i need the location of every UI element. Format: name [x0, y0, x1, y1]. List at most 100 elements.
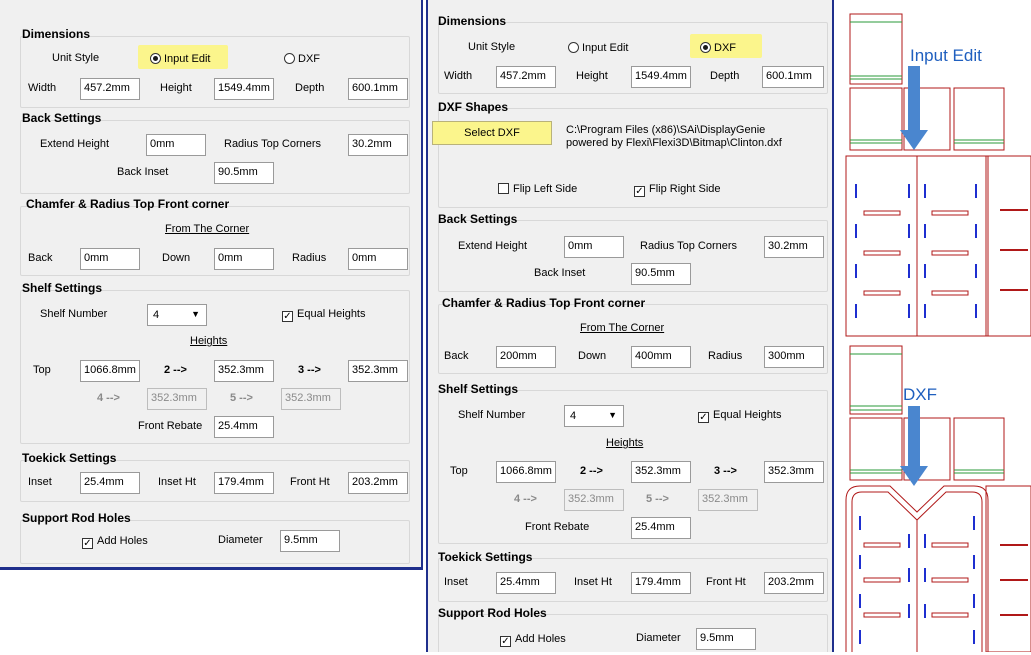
extend-height-input[interactable]: 0mm — [146, 134, 206, 156]
equal-heights-label: Equal Heights — [713, 409, 782, 421]
chamfer-back-input[interactable]: 200mm — [496, 346, 556, 368]
extend-height-input[interactable]: 0mm — [564, 236, 624, 258]
radius-top-corners-input[interactable]: 30.2mm — [764, 236, 824, 258]
checkmark-icon: ✓ — [282, 311, 293, 322]
back-settings-title: Back Settings — [22, 111, 102, 125]
add-holes-checkbox[interactable]: ✓ Add Holes — [500, 633, 566, 647]
extend-height-label: Extend Height — [458, 240, 528, 252]
dxf-label: DXF — [298, 53, 320, 65]
shelf-settings-title: Shelf Settings — [22, 281, 103, 295]
back-settings-title: Back Settings — [438, 212, 518, 226]
diameter-label: Diameter — [218, 534, 263, 546]
shelf-3-label: 3 --> — [298, 364, 321, 376]
diameter-input[interactable]: 9.5mm — [696, 628, 756, 650]
top-height-input[interactable]: 1066.8mm — [496, 461, 556, 483]
heights-label: Heights — [606, 437, 644, 449]
input-edit-radio[interactable]: Input Edit — [150, 53, 210, 65]
dxf-radio[interactable]: DXF — [284, 53, 320, 65]
add-holes-label: Add Holes — [515, 633, 566, 645]
shelf-5-input: 352.3mm — [698, 489, 758, 511]
shelf-number-value: 4 — [153, 309, 160, 321]
height-input[interactable]: 1549.4mm — [631, 66, 691, 88]
diameter-input[interactable]: 9.5mm — [280, 530, 340, 552]
inset-ht-input[interactable]: 179.4mm — [631, 572, 691, 594]
top-height-input[interactable]: 1066.8mm — [80, 360, 140, 382]
select-dxf-button[interactable]: Select DXF — [432, 121, 552, 145]
back-inset-input[interactable]: 90.5mm — [214, 162, 274, 184]
radio-selected-icon — [700, 42, 711, 53]
equal-heights-label: Equal Heights — [297, 308, 366, 320]
from-the-corner-label: From The Corner — [580, 322, 665, 334]
dimensions-title: Dimensions — [22, 27, 91, 41]
chamfer-down-input[interactable]: 0mm — [214, 248, 274, 270]
shelf-4-input: 352.3mm — [147, 388, 207, 410]
depth-input[interactable]: 600.1mm — [348, 78, 408, 100]
top-label: Top — [450, 465, 468, 477]
chamfer-back-input[interactable]: 0mm — [80, 248, 140, 270]
shelf-4-label: 4 --> — [97, 392, 120, 404]
width-input[interactable]: 457.2mm — [80, 78, 140, 100]
radius-top-corners-label: Radius Top Corners — [640, 240, 738, 252]
front-ht-label: Front Ht — [706, 576, 746, 588]
equal-heights-checkbox[interactable]: ✓ Equal Heights — [698, 409, 782, 423]
support-rod-title: Support Rod Holes — [438, 606, 547, 620]
front-rebate-input[interactable]: 25.4mm — [631, 517, 691, 539]
toekick-inset-input[interactable]: 25.4mm — [80, 472, 140, 494]
width-input[interactable]: 457.2mm — [496, 66, 556, 88]
checkmark-icon: ✓ — [634, 186, 645, 197]
add-holes-label: Add Holes — [97, 535, 148, 547]
height-input[interactable]: 1549.4mm — [214, 78, 274, 100]
chamfer-radius-input[interactable]: 0mm — [348, 248, 408, 270]
flip-right-checkbox[interactable]: ✓ Flip Right Side — [634, 183, 721, 197]
back-inset-input[interactable]: 90.5mm — [631, 263, 691, 285]
back-inset-label: Back Inset — [117, 166, 169, 178]
input-edit-label: Input Edit — [164, 53, 211, 65]
shelf-3-input[interactable]: 352.3mm — [348, 360, 408, 382]
height-label: Height — [160, 82, 192, 94]
depth-input[interactable]: 600.1mm — [762, 66, 824, 88]
cabinet-preview-drawing — [845, 13, 1031, 653]
flip-left-label: Flip Left Side — [513, 183, 578, 195]
diameter-label: Diameter — [636, 632, 681, 644]
support-rod-group — [20, 520, 410, 564]
width-label: Width — [28, 82, 57, 94]
shelf-number-dropdown[interactable]: 4 ▼ — [147, 304, 207, 326]
radio-selected-icon — [150, 53, 161, 64]
front-rebate-input[interactable]: 25.4mm — [214, 416, 274, 438]
front-ht-input[interactable]: 203.2mm — [348, 472, 408, 494]
dxf-file-path: C:\Program Files (x86)\SAi\DisplayGenie … — [566, 124, 782, 150]
shelf-2-input[interactable]: 352.3mm — [631, 461, 691, 483]
shelf-3-input[interactable]: 352.3mm — [764, 461, 824, 483]
shelf-5-label: 5 --> — [230, 392, 253, 404]
radius-top-corners-input[interactable]: 30.2mm — [348, 134, 408, 156]
add-holes-checkbox[interactable]: ✓ Add Holes — [82, 535, 148, 549]
dxf-settings-panel: Dimensions Unit Style Input Edit DXF Wid… — [426, 0, 834, 652]
inset-ht-input[interactable]: 179.4mm — [214, 472, 274, 494]
toekick-inset-label: Inset — [28, 476, 52, 488]
toekick-title: Toekick Settings — [438, 550, 533, 564]
dxf-radio[interactable]: DXF — [700, 42, 736, 54]
chamfer-radius-input[interactable]: 300mm — [764, 346, 824, 368]
toekick-inset-input[interactable]: 25.4mm — [496, 572, 556, 594]
shelf-number-dropdown[interactable]: 4 ▼ — [564, 405, 624, 427]
depth-label: Depth — [295, 82, 325, 94]
chamfer-down-input[interactable]: 400mm — [631, 346, 691, 368]
toekick-title: Toekick Settings — [22, 451, 117, 465]
checkmark-icon: ✓ — [82, 538, 93, 549]
chamfer-title: Chamfer & Radius Top Front corner — [26, 197, 230, 211]
heights-label: Heights — [190, 335, 228, 347]
flip-left-checkbox[interactable]: Flip Left Side — [498, 183, 577, 195]
chevron-down-icon: ▼ — [191, 309, 200, 319]
input-edit-label: Input Edit — [582, 42, 629, 54]
back-inset-label: Back Inset — [534, 267, 586, 279]
inset-ht-label: Inset Ht — [574, 576, 612, 588]
equal-heights-checkbox[interactable]: ✓ Equal Heights — [282, 308, 366, 322]
shelf-2-input[interactable]: 352.3mm — [214, 360, 274, 382]
dimensions-title: Dimensions — [438, 14, 507, 28]
unit-style-label: Unit Style — [52, 52, 100, 64]
front-ht-input[interactable]: 203.2mm — [764, 572, 824, 594]
shelf-5-label: 5 --> — [646, 493, 669, 505]
input-edit-radio[interactable]: Input Edit — [568, 42, 628, 54]
shelf-2-label: 2 --> — [164, 364, 187, 376]
dxf-label: DXF — [714, 42, 736, 54]
